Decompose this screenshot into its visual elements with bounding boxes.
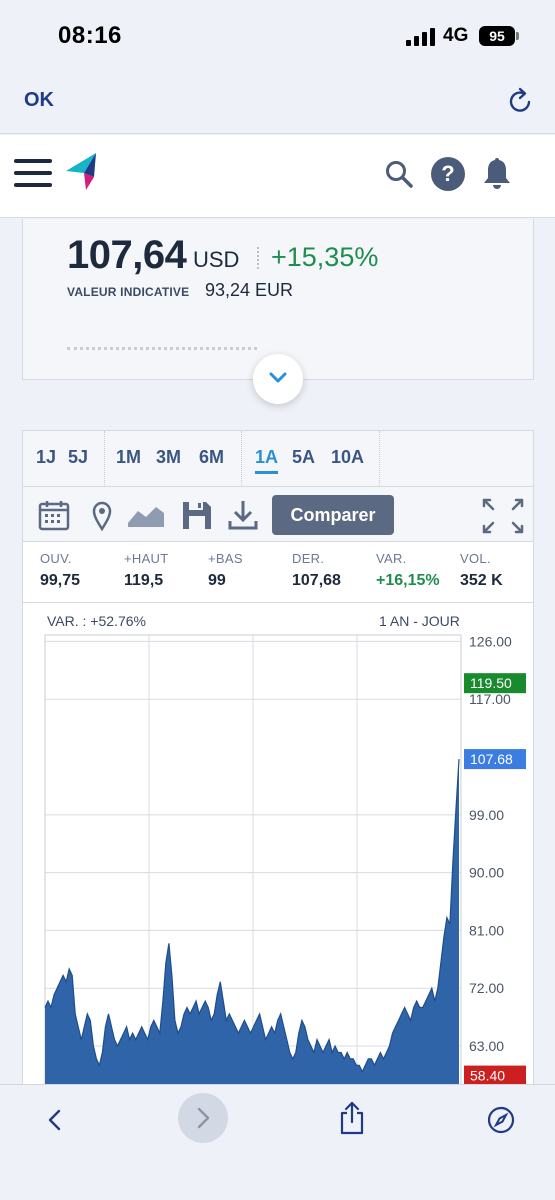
chevron-down-icon — [269, 372, 287, 383]
stat-value: 99 — [208, 572, 226, 589]
download-icon[interactable] — [226, 499, 260, 531]
chart-variation-label: VAR. : +52.76% — [47, 613, 146, 629]
brand-logo[interactable] — [64, 153, 100, 191]
price-chart-svg: 126.00 117.00 99.00 90.00 81.00 72.00 63.00 119… — [44, 633, 526, 1091]
hamburger-menu-icon[interactable] — [14, 157, 52, 189]
last-marker-value: 107.68 — [470, 751, 513, 767]
period-divider — [379, 431, 380, 487]
signal-icon — [406, 28, 436, 46]
last-price: 107,64 — [67, 233, 187, 277]
price-currency: USD — [193, 247, 240, 272]
share-icon[interactable] — [338, 1101, 366, 1135]
browser-bottom-bar — [0, 1084, 555, 1200]
period-1m[interactable]: 1M — [116, 447, 141, 468]
app-header: ? — [0, 135, 555, 218]
forward-arrow-icon — [197, 1107, 210, 1129]
indicative-value: 93,24 EUR — [205, 280, 294, 300]
truncated-detail — [67, 347, 257, 351]
stat-label: +BAS — [208, 551, 243, 566]
forward-button[interactable] — [178, 1093, 228, 1143]
session-stats: OUV. 99,75 +HAUT 119,5 +BAS 99 DER. 107,… — [23, 542, 533, 603]
battery-icon: 95 — [479, 26, 515, 46]
stat-high: +HAUT 119,5 — [124, 551, 168, 590]
separator — [257, 247, 259, 269]
browser-bar: OK — [0, 72, 555, 134]
back-arrow-icon[interactable] — [40, 1105, 70, 1135]
y-tick-label: 126.00 — [469, 633, 512, 649]
stat-value: 119,5 — [124, 572, 164, 589]
high-marker-value: 119.50 — [470, 675, 512, 691]
reload-icon[interactable] — [506, 86, 536, 116]
compass-icon[interactable] — [486, 1105, 516, 1135]
status-bar: 08:16 4G 95 — [0, 0, 555, 72]
y-tick-label: 99.00 — [469, 807, 504, 823]
y-tick-label: 63.00 — [469, 1038, 504, 1054]
y-tick-label: 90.00 — [469, 865, 504, 881]
stat-open: OUV. 99,75 — [40, 551, 80, 590]
stat-low: +BAS 99 — [208, 551, 243, 590]
stat-value: 99,75 — [40, 572, 81, 589]
stat-volume: VOL. 352 K — [460, 551, 503, 590]
status-time: 08:16 — [58, 22, 122, 49]
bell-icon[interactable] — [481, 156, 513, 192]
y-tick-label: 117.00 — [469, 691, 511, 707]
help-icon[interactable]: ? — [431, 157, 465, 191]
area-chart-icon[interactable] — [126, 499, 166, 531]
chart-toolbar: Comparer — [23, 487, 533, 542]
y-tick-label: 72.00 — [469, 980, 504, 996]
expand-quote-button[interactable] — [253, 354, 303, 404]
battery-tip — [516, 32, 519, 40]
network-type: 4G — [443, 25, 469, 46]
save-icon[interactable] — [180, 499, 214, 531]
stat-value: 352 K — [460, 572, 503, 589]
y-tick-label: 81.00 — [469, 922, 504, 938]
period-divider — [104, 431, 105, 487]
calendar-icon[interactable] — [37, 499, 71, 531]
location-pin-icon[interactable] — [85, 499, 119, 531]
stat-variation: VAR. +16,15% — [376, 551, 440, 590]
done-button[interactable]: OK — [24, 89, 54, 112]
period-10a[interactable]: 10A — [331, 447, 364, 468]
chart-card: 1J 5J 1M 3M 6M 1A 5A 10A Comparer OUV. 9… — [22, 430, 534, 1091]
period-selector: 1J 5J 1M 3M 6M 1A 5A 10A — [23, 431, 533, 487]
price-change: +15,35% — [271, 242, 379, 272]
period-divider — [241, 431, 242, 487]
price-chart[interactable]: 126.00 117.00 99.00 90.00 81.00 72.00 63.00 119… — [23, 603, 533, 1091]
stat-last: DER. 107,68 — [292, 551, 341, 590]
stat-value: 107,68 — [292, 572, 341, 589]
compare-button[interactable]: Comparer — [272, 495, 394, 535]
fullscreen-icon[interactable] — [481, 497, 525, 535]
stat-label: OUV. — [40, 551, 72, 566]
low-marker-value: 58.40 — [470, 1068, 505, 1084]
chart-period-label: 1 AN - JOUR — [379, 613, 460, 629]
stat-label: VOL. — [460, 551, 491, 566]
period-3m[interactable]: 3M — [156, 447, 181, 468]
stat-label: DER. — [292, 551, 325, 566]
period-6m[interactable]: 6M — [199, 447, 224, 468]
stat-label: +HAUT — [124, 551, 169, 566]
stat-label: VAR. — [376, 551, 407, 566]
period-1a[interactable]: 1A — [255, 447, 279, 474]
period-1j[interactable]: 1J — [36, 447, 56, 468]
search-icon[interactable] — [384, 159, 414, 189]
stat-value: +16,15% — [376, 572, 440, 589]
app-root: 08:16 4G 95 OK ? 107,64 USD +15,35% VALE… — [0, 0, 555, 1200]
period-5j[interactable]: 5J — [68, 447, 88, 468]
period-5a[interactable]: 5A — [292, 447, 315, 468]
indicative-value-label: VALEUR INDICATIVE — [67, 285, 190, 299]
